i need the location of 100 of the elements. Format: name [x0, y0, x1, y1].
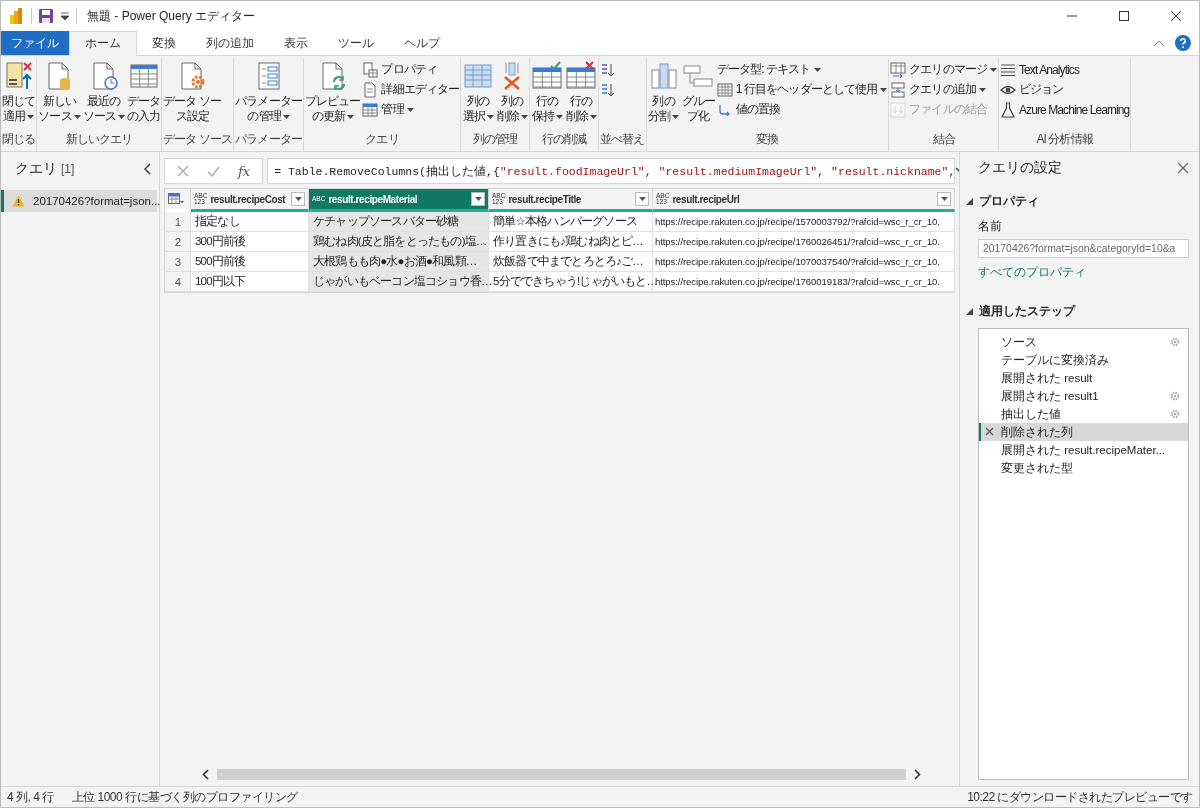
ribbon-button[interactable]: 列の 分割 [646, 58, 681, 131]
table-cell: 簡単☆本格ハンバーグソース [489, 212, 653, 232]
table-cell: https://recipe.rakuten.co.jp/recipe/1570003792/?rafcid=wsc_r_cr_10. [653, 212, 955, 232]
status-text: 上位 1000 行に基づく列のプロファイリング [71, 788, 298, 806]
caret-icon [940, 197, 948, 201]
ribbon-button[interactable]: プロパティ [361, 60, 461, 79]
row-number: 3 [165, 252, 191, 272]
sort-ascending-icon [600, 61, 617, 78]
window-title: 無題 - Power Query エディター [87, 7, 256, 25]
ribbon-button[interactable]: 1 行目をヘッダーとして使用 [715, 80, 889, 99]
group-label: データ ソース [162, 131, 234, 148]
app-logo-icon [9, 7, 25, 25]
query-count: [1] [61, 162, 75, 176]
scroll-right-icon[interactable] [914, 768, 921, 780]
ribbon-button[interactable]: グルー プ化 [680, 58, 716, 131]
scroll-left-icon[interactable] [202, 768, 209, 780]
ribbon-tab[interactable]: 表示 [269, 31, 323, 56]
collapse-ribbon-icon[interactable] [1153, 39, 1165, 47]
table-menu-button[interactable] [165, 189, 191, 209]
step-item[interactable]: ソース [979, 333, 1188, 351]
ribbon-button[interactable]: Text Analytics [998, 60, 1131, 79]
table-check-icon [531, 60, 564, 92]
filter-button[interactable] [471, 192, 485, 206]
group-label: クエリ [364, 131, 400, 148]
ribbon-button[interactable]: Azure Machine Learning [998, 100, 1131, 119]
table-cell: 作り置きにも♪鶏むね肉とピ… [489, 232, 653, 252]
ribbon-tab[interactable]: ヘルプ [389, 31, 455, 56]
step-item[interactable]: 変更された型 [979, 459, 1188, 477]
filter-button[interactable] [291, 192, 305, 206]
step-item[interactable]: 展開された result1 [979, 387, 1188, 405]
name-field[interactable]: 20170426?format=json&categoryId=10&a [978, 239, 1189, 258]
table-cell: https://recipe.rakuten.co.jp/recipe/1070037540/?rafcid=wsc_r_cr_10. [653, 252, 955, 272]
ribbon-button[interactable]: データ の入力 [125, 58, 162, 131]
row-number: 2 [165, 232, 191, 252]
group-label: 結合 [931, 131, 956, 148]
collapse-pane-icon[interactable] [143, 163, 151, 175]
field-label: 名前 [978, 218, 1003, 235]
filter-button[interactable] [937, 192, 951, 206]
ribbon-button[interactable]: 最近の ソース [81, 58, 126, 131]
ribbon-button[interactable]: データ ソー ス設定 [162, 58, 223, 131]
ribbon-button[interactable]: クエリのマージ [889, 60, 998, 79]
flask-icon [999, 101, 1016, 118]
status-text: 10:22 にダウンロードされたプレビューです [967, 788, 1193, 806]
ribbon-button[interactable]: ビジョン [998, 80, 1131, 99]
table-remove-icon [565, 60, 598, 92]
table-icon [716, 81, 733, 98]
dropdown-icon[interactable] [60, 12, 70, 20]
check-icon[interactable] [207, 165, 220, 177]
step-item[interactable]: 展開された result.recipeMater... [979, 441, 1188, 459]
caret-icon [474, 197, 482, 201]
ribbon-button[interactable]: クエリの追加 [889, 80, 998, 99]
text-lines-icon [999, 61, 1016, 78]
pane-title: クエリの設定 [978, 159, 1062, 177]
ribbon-tab[interactable]: 列の追加 [191, 31, 269, 56]
group-label: 閉じる [1, 131, 37, 148]
ribbon-button[interactable]: 閉じて 適用 [1, 58, 37, 131]
ribbon-tab[interactable]: 変換 [137, 31, 191, 56]
step-item[interactable]: 抽出した値 [979, 405, 1188, 423]
table-cell: 炊飯器で中までとろとろ♪ご… [489, 252, 653, 272]
ribbon-button[interactable]: 行の 削除 [564, 58, 599, 131]
step-item[interactable]: 展開された result [979, 369, 1188, 387]
ribbon-button[interactable]: 値の置換 [715, 100, 889, 119]
filter-button[interactable] [635, 192, 649, 206]
section-header[interactable]: 適用したステップ [966, 303, 1189, 320]
close-icon[interactable] [1177, 162, 1189, 174]
caret-icon [294, 197, 302, 201]
row-number: 4 [165, 272, 191, 292]
help-icon[interactable] [1175, 35, 1191, 51]
table-icon [362, 101, 379, 118]
ribbon-button[interactable]: 管理 [361, 100, 461, 119]
step-item[interactable]: 削除された列 [979, 423, 1188, 441]
ribbon-button[interactable]: 列の 選択 [461, 58, 496, 131]
close-icon [1170, 10, 1182, 22]
maximize-icon [1118, 10, 1130, 22]
warning-icon [12, 195, 25, 207]
all-properties-link[interactable]: すべてのプロパティ [978, 264, 1189, 281]
table-cell: じゃがいもベーコン塩コショウ香… [309, 272, 489, 292]
ribbon-button[interactable]: 新しい ソース [37, 58, 82, 131]
ribbon-tab[interactable]: ホーム [69, 31, 137, 56]
function-label: fx [238, 163, 251, 179]
table-cell: ケチャップソースバター砂糖 [309, 212, 489, 232]
file-menu-button[interactable]: ファイル [1, 31, 69, 55]
ribbon-tab[interactable]: ツール [323, 31, 389, 56]
append-icon [890, 81, 907, 98]
group-label: 並べ替え [599, 131, 646, 148]
section-header[interactable]: プロパティ [966, 193, 1189, 210]
delete-step-icon[interactable] [985, 427, 994, 436]
ribbon-button[interactable]: データ型: テキスト [715, 60, 889, 79]
ribbon-button[interactable]: プレビュー の更新 [303, 58, 362, 131]
table-icon [168, 193, 184, 205]
save-icon[interactable] [38, 8, 54, 24]
document-icon [362, 81, 379, 98]
ribbon-button[interactable]: 列の 削除 [495, 58, 530, 131]
group-label: 列の管理 [471, 131, 519, 148]
ribbon-button[interactable]: 詳細エディター [361, 80, 461, 99]
table-cell: 大根鶏もも肉●水●お酒●和風顆… [309, 252, 489, 272]
ribbon-button[interactable]: 行の 保持 [530, 58, 565, 131]
ribbon-button[interactable]: パラメーター の管理 [234, 58, 303, 131]
combine-files-icon [890, 101, 907, 118]
step-item[interactable]: テーブルに変換済み [979, 351, 1188, 369]
